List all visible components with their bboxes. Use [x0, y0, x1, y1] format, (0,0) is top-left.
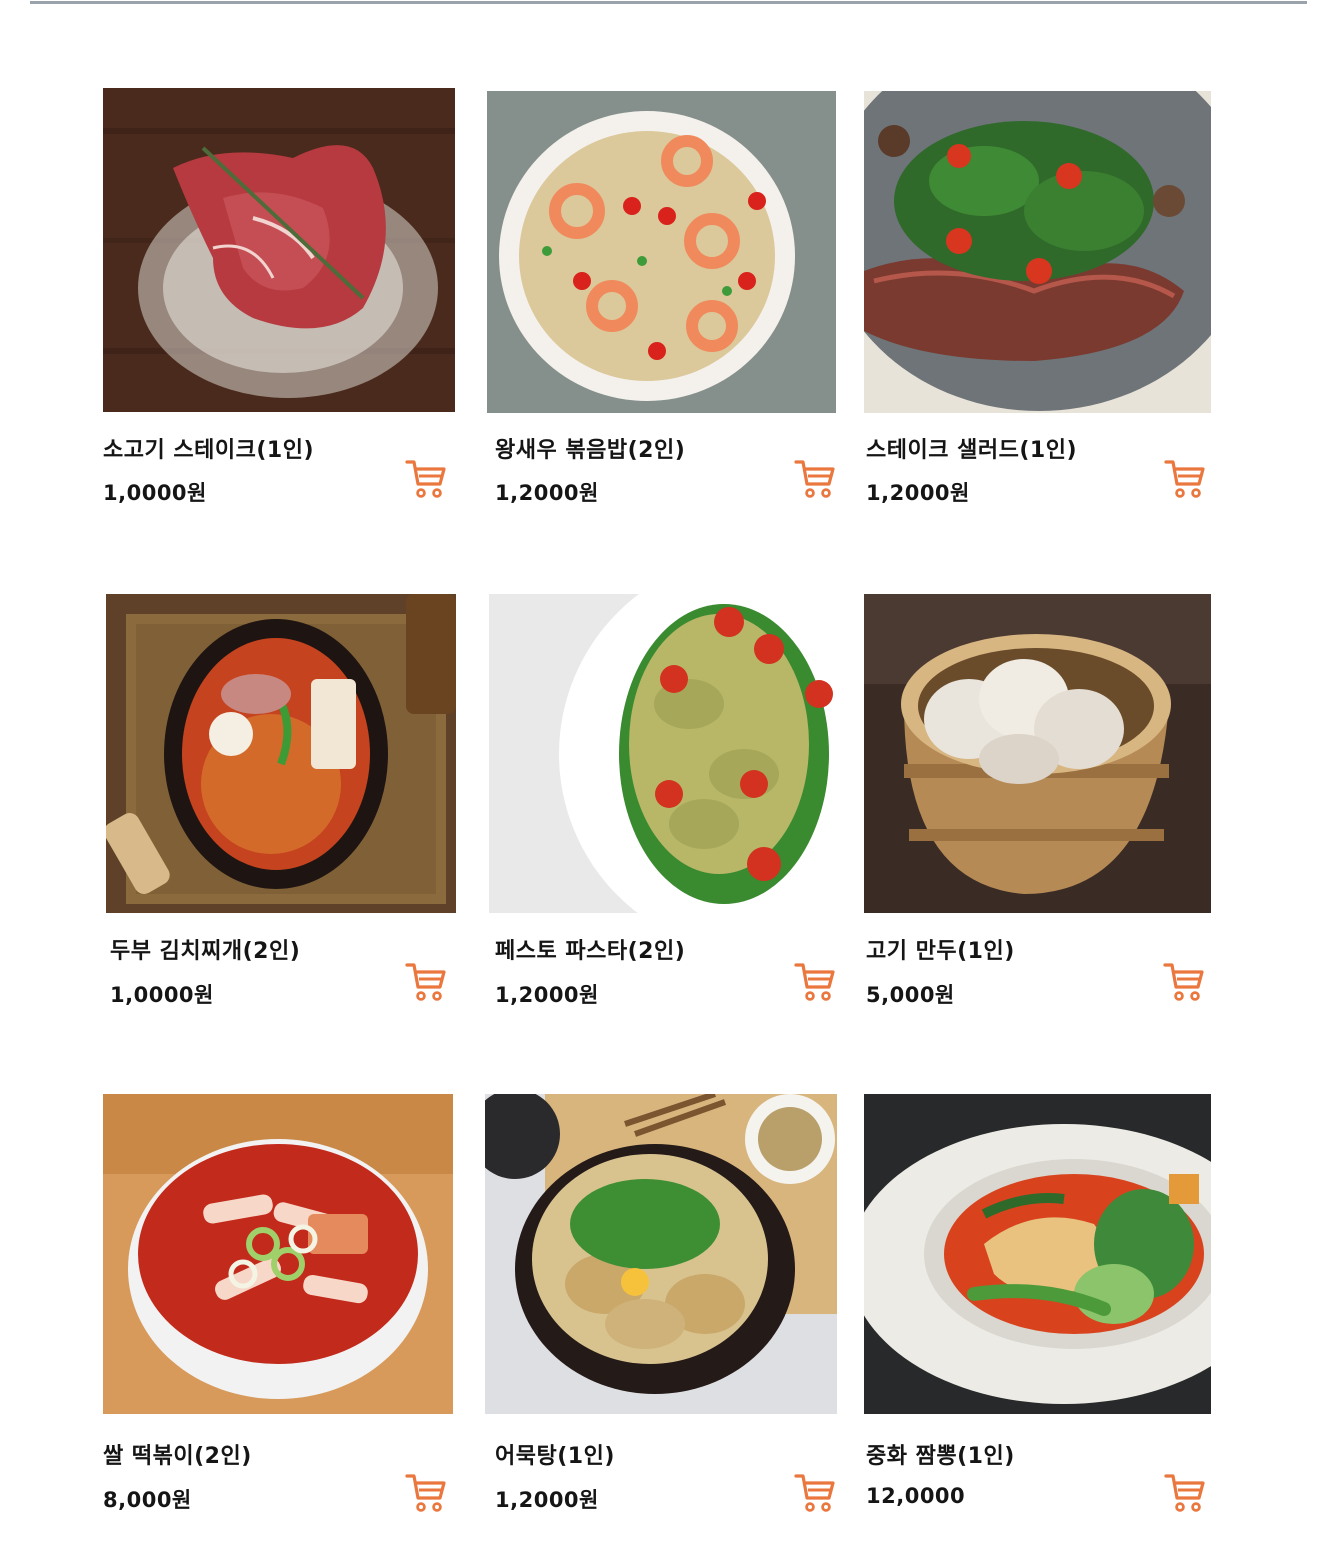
product-card[interactable]: 페스토 파스타(2인) 1,2000원: [489, 594, 838, 1010]
cart-button[interactable]: [405, 458, 447, 500]
cart-button[interactable]: [405, 961, 447, 1003]
raw-steak-photo[interactable]: [103, 88, 455, 412]
product-price: 1,2000원: [866, 481, 970, 505]
product-price: 1,2000원: [495, 481, 599, 505]
product-card[interactable]: 두부 김치찌개(2인) 1,0000원: [106, 594, 456, 1010]
product-name: 고기 만두(1인): [866, 939, 1015, 964]
shrimp-fried-rice-photo[interactable]: [487, 91, 836, 413]
cart-button[interactable]: [405, 1472, 447, 1514]
jjamppong-photo[interactable]: [864, 1094, 1211, 1414]
product-price: 1,2000원: [495, 983, 599, 1007]
product-name: 스테이크 샐러드(1인): [866, 438, 1077, 463]
cart-button[interactable]: [1164, 458, 1206, 500]
product-card[interactable]: 소고기 스테이크(1인) 1,0000원: [103, 88, 455, 508]
product-card[interactable]: 어묵탕(1인) 1,2000원: [485, 1094, 837, 1514]
tteokbokki-photo[interactable]: [103, 1094, 453, 1414]
kimchi-stew-photo[interactable]: [106, 594, 456, 913]
product-name: 어묵탕(1인): [495, 1444, 615, 1469]
cart-button[interactable]: [794, 1472, 836, 1514]
shopping-cart-icon: [1164, 460, 1205, 498]
shopping-cart-icon: [794, 1474, 835, 1512]
product-card[interactable]: 쌀 떡볶이(2인) 8,000원: [103, 1094, 453, 1514]
product-card[interactable]: 중화 짬뽕(1인) 12,0000: [864, 1094, 1211, 1514]
product-price: 1,0000원: [110, 983, 214, 1007]
cart-button[interactable]: [1163, 961, 1205, 1003]
shopping-cart-icon: [405, 963, 446, 1001]
product-name: 소고기 스테이크(1인): [103, 438, 314, 463]
fishcake-soup-photo[interactable]: [485, 1094, 837, 1414]
product-price: 8,000원: [103, 1488, 192, 1512]
cart-button[interactable]: [1164, 1472, 1206, 1514]
shopping-cart-icon: [1163, 963, 1204, 1001]
shopping-cart-icon: [405, 1474, 446, 1512]
product-name: 쌀 떡볶이(2인): [103, 1444, 252, 1469]
shopping-cart-icon: [1164, 1474, 1205, 1512]
product-price: 5,000원: [866, 983, 955, 1007]
pesto-pasta-photo[interactable]: [489, 594, 838, 913]
product-name: 페스토 파스타(2인): [495, 939, 686, 964]
product-name: 중화 짬뽕(1인): [866, 1444, 1015, 1469]
product-name: 두부 김치찌개(2인): [110, 939, 301, 964]
cart-button[interactable]: [794, 961, 836, 1003]
product-price: 1,0000원: [103, 481, 207, 505]
shopping-cart-icon: [794, 963, 835, 1001]
product-card[interactable]: 스테이크 샐러드(1인) 1,2000원: [864, 91, 1211, 508]
top-divider: [30, 1, 1307, 4]
steak-salad-photo[interactable]: [864, 91, 1211, 413]
product-card[interactable]: 왕새우 볶음밥(2인) 1,2000원: [487, 91, 836, 508]
product-price: 12,0000: [866, 1484, 966, 1508]
product-price: 1,2000원: [495, 1488, 599, 1512]
shopping-cart-icon: [794, 460, 835, 498]
shopping-cart-icon: [405, 460, 446, 498]
product-name: 왕새우 볶음밥(2인): [495, 438, 686, 463]
product-card[interactable]: 고기 만두(1인) 5,000원: [864, 594, 1211, 1010]
cart-button[interactable]: [794, 458, 836, 500]
dumplings-photo[interactable]: [864, 594, 1211, 913]
